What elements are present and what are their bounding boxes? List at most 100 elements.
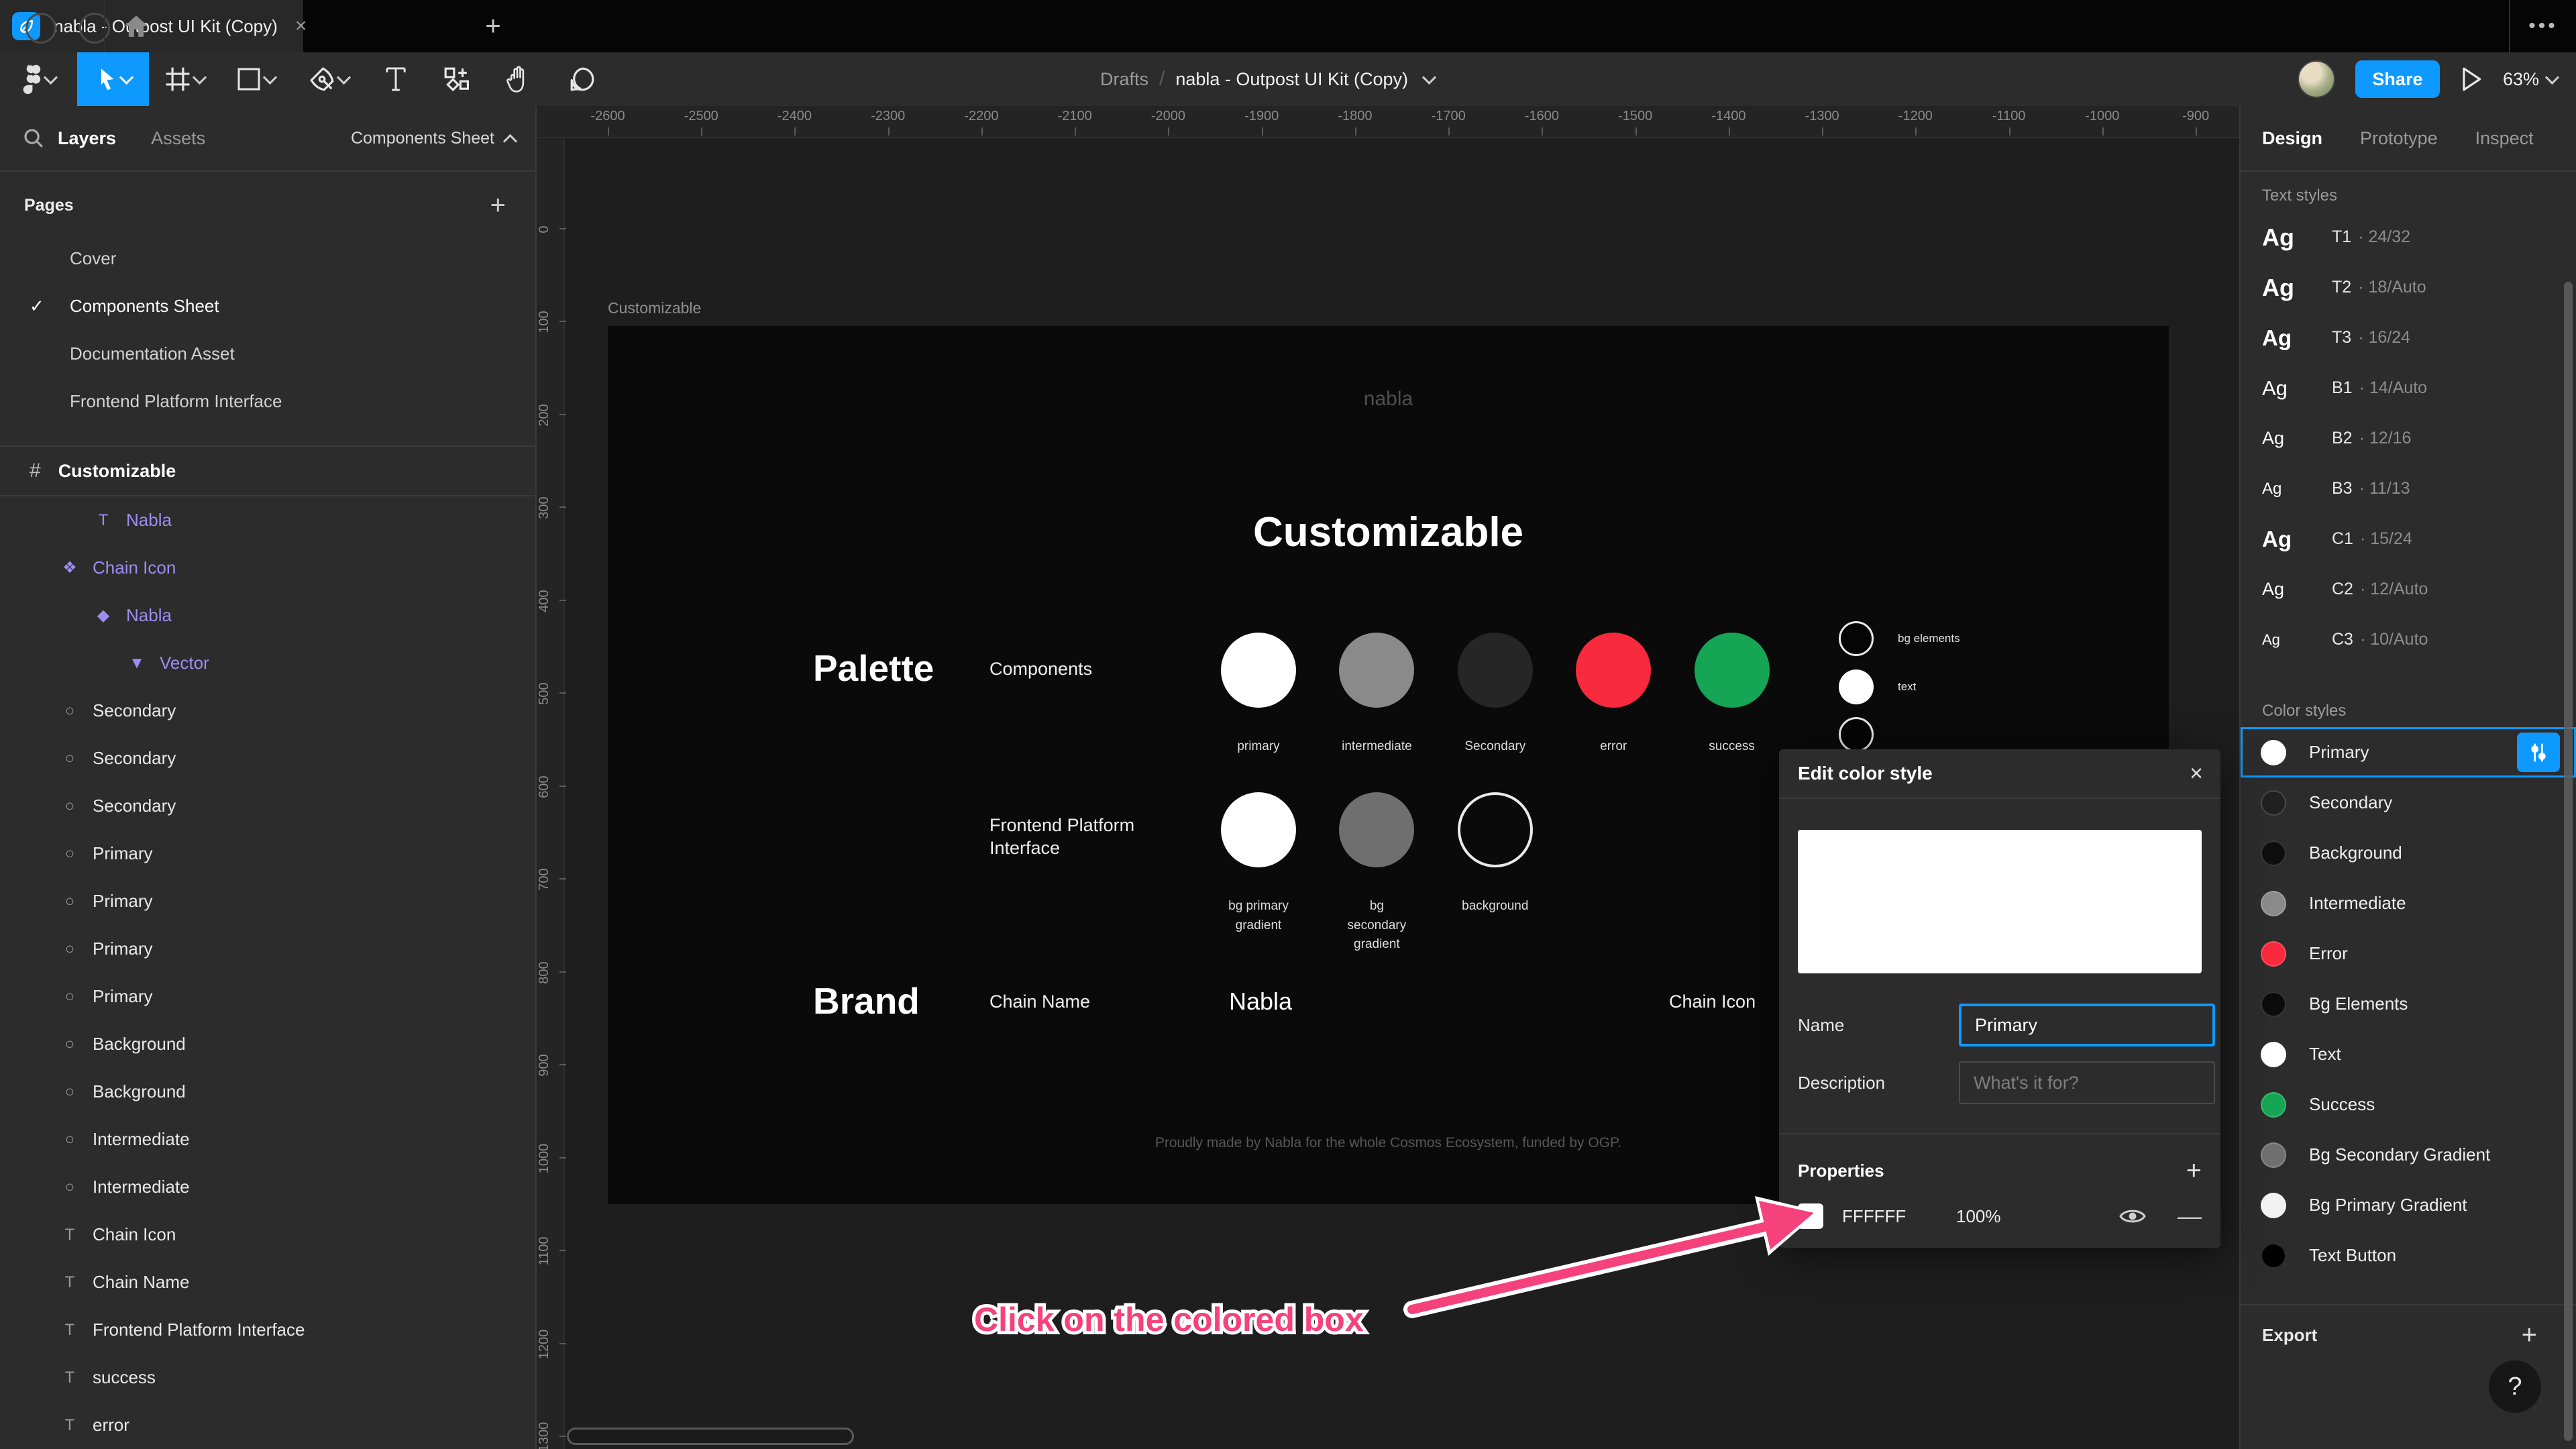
palette-swatch[interactable]: Secondary [1457,633,1533,757]
share-button[interactable]: Share [2355,60,2440,98]
text-style-row[interactable]: Ag C3 · 10/Auto [2241,614,2576,665]
add-page-icon[interactable]: + [490,191,506,221]
frame-canvas-label[interactable]: Customizable [608,299,701,317]
fpi-swatch[interactable]: background [1457,792,1533,916]
color-style-row[interactable]: Intermediate [2241,878,2576,928]
text-style-row[interactable]: Ag T2 · 18/Auto [2241,262,2576,313]
color-style-row[interactable]: Background [2241,828,2576,878]
page-item[interactable]: ✓ Documentation Asset [0,330,535,378]
pen-tool-button[interactable] [291,52,366,106]
comment-tool-button[interactable] [551,52,613,106]
close-icon[interactable]: × [2190,761,2203,787]
side-swatch[interactable]: text [1839,669,1916,704]
tab-prototype[interactable]: Prototype [2360,128,2438,149]
layer-row[interactable]: T Frontend Platform Interface [0,1306,535,1354]
text-style-row[interactable]: Ag C2 · 12/Auto [2241,564,2576,614]
nav-forward-icon[interactable] [79,13,110,44]
layer-row[interactable]: ▼ Vector [0,639,535,687]
layer-row[interactable]: ○ Primary [0,830,535,877]
layer-row[interactable]: ○ Primary [0,877,535,925]
page-item[interactable]: ✓ Components Sheet [0,282,535,330]
layer-row[interactable]: ○ Secondary [0,735,535,782]
color-style-row[interactable]: Primary [2241,727,2576,777]
layer-row[interactable]: ○ Intermediate [0,1116,535,1163]
layer-row[interactable]: T Nabla [0,496,535,544]
add-property-icon[interactable]: + [2186,1156,2202,1186]
page-item[interactable]: ✓ Frontend Platform Interface [0,378,535,425]
search-icon[interactable] [23,127,44,149]
color-style-row[interactable]: Success [2241,1079,2576,1130]
more-menu-icon[interactable]: ••• [2510,0,2576,52]
layer-row[interactable]: T Chain Icon [0,1211,535,1258]
layer-row[interactable]: T success [0,1354,535,1401]
text-tool-button[interactable] [366,52,425,106]
layer-row[interactable]: ◆ Nabla [0,592,535,639]
main-menu-button[interactable] [0,52,77,106]
description-input[interactable]: What's it for? [1959,1061,2215,1104]
add-export-icon[interactable]: + [2522,1320,2537,1350]
present-icon[interactable] [2460,66,2483,92]
color-style-row[interactable]: Text [2241,1029,2576,1079]
frame-tool-button[interactable] [149,52,220,106]
breadcrumb-drafts[interactable]: Drafts [1100,69,1148,90]
resources-tool-button[interactable] [425,52,487,106]
palette-swatch[interactable]: primary [1221,633,1296,757]
layer-row[interactable]: T Chain Name [0,1258,535,1306]
layer-row[interactable]: ○ Primary [0,973,535,1020]
name-input[interactable]: Primary [1959,1004,2215,1046]
layer-row[interactable]: ○ Background [0,1068,535,1116]
color-style-row[interactable]: Bg Elements [2241,979,2576,1029]
visibility-eye-icon[interactable] [2118,1206,2147,1226]
color-style-row[interactable]: Secondary [2241,777,2576,828]
layer-row[interactable]: ○ Secondary [0,782,535,830]
color-style-row[interactable]: Bg Secondary Gradient [2241,1130,2576,1180]
text-style-row[interactable]: Ag B2 · 12/16 [2241,413,2576,464]
hand-tool-button[interactable] [487,52,551,106]
help-button[interactable]: ? [2489,1360,2541,1413]
side-swatch[interactable]: bg elements [1839,621,1960,656]
vertical-scrollbar[interactable] [2564,282,2573,1441]
layer-row[interactable]: ○ Secondary [0,687,535,735]
fpi-swatch[interactable]: bg secondary gradient [1339,792,1415,955]
shape-tool-button[interactable] [220,52,291,106]
export-section[interactable]: Export + [2241,1313,2576,1356]
opacity-value[interactable]: 100% [1956,1206,2001,1227]
palette-swatch[interactable]: success [1694,633,1770,757]
breadcrumb-document-title[interactable]: nabla - Outpost UI Kit (Copy) [1175,69,1408,90]
tab-layers[interactable]: Layers [58,128,116,149]
edit-style-button[interactable] [2517,733,2560,772]
avatar[interactable] [2297,60,2335,98]
text-style-row[interactable]: Ag B1 · 14/Auto [2241,363,2576,413]
tab-inspect[interactable]: Inspect [2475,128,2534,149]
layer-row[interactable]: ○ Intermediate [0,1163,535,1211]
layers-root-frame[interactable]: # Customizable [0,447,535,495]
home-button[interactable] [113,0,160,52]
zoom-control[interactable]: 63% [2503,69,2560,90]
tab-assets[interactable]: Assets [151,128,205,149]
chain-name-value[interactable]: Nabla [1229,987,1292,1016]
color-preview-swatch[interactable] [1798,830,2202,973]
tab-design[interactable]: Design [2262,128,2322,149]
color-style-row[interactable]: Text Button [2241,1230,2576,1281]
palette-swatch[interactable]: intermediate [1339,633,1415,757]
color-chip[interactable] [1798,1203,1823,1229]
text-style-row[interactable]: Ag T1 · 24/32 [2241,212,2576,262]
page-item[interactable]: ✓ Cover [0,235,535,282]
layer-row[interactable]: T error [0,1401,535,1449]
new-tab-button[interactable]: + [470,0,517,52]
dialog-header[interactable]: Edit color style × [1779,749,2220,799]
fpi-swatch[interactable]: bg primary gradient [1221,792,1296,935]
text-style-row[interactable]: Ag B3 · 11/13 [2241,464,2576,514]
color-style-row[interactable]: Bg Primary Gradient [2241,1180,2576,1230]
nav-back-icon[interactable] [25,13,56,44]
page-selector[interactable]: Components Sheet [351,129,518,148]
color-style-row[interactable]: Error [2241,928,2576,979]
layer-row[interactable]: ❖ Chain Icon [0,544,535,592]
layer-row[interactable]: ○ Primary [0,925,535,973]
side-swatch[interactable] [1839,717,1898,752]
text-style-row[interactable]: Ag T3 · 16/24 [2241,313,2576,363]
hex-value[interactable]: FFFFFF [1842,1206,1956,1227]
text-style-row[interactable]: Ag C1 · 15/24 [2241,514,2576,564]
horizontal-scrollbar[interactable] [567,1428,854,1445]
layer-row[interactable]: ○ Background [0,1020,535,1068]
